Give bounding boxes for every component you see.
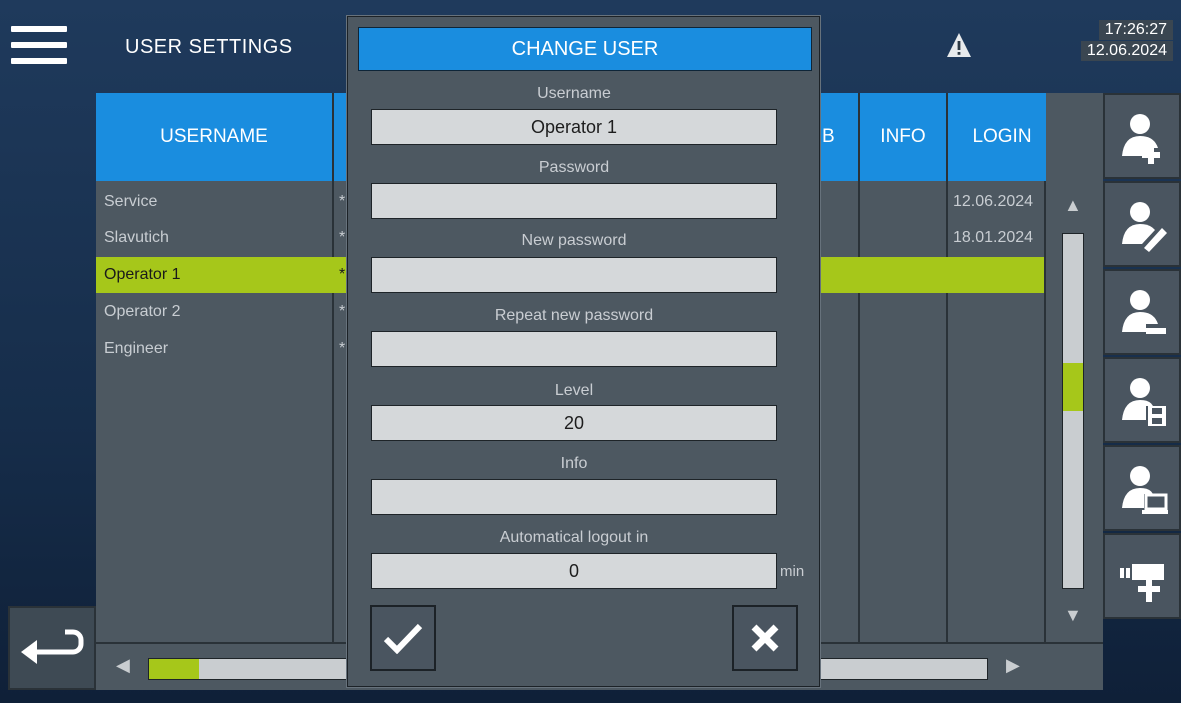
save-user-button[interactable] xyxy=(1103,357,1181,443)
user-logon-button[interactable] xyxy=(1103,445,1181,531)
hamburger-menu-icon[interactable] xyxy=(8,26,84,70)
logout-minutes-field[interactable]: 0 xyxy=(371,553,777,589)
cell-username: Service xyxy=(104,193,158,210)
warning-triangle-icon[interactable] xyxy=(946,32,972,58)
user-computer-icon xyxy=(1122,466,1168,514)
user-edit-icon xyxy=(1122,202,1167,252)
password-label: Password xyxy=(538,159,610,176)
back-button[interactable] xyxy=(8,606,96,690)
info-field[interactable] xyxy=(371,479,777,515)
column-header-username[interactable]: USERNAME xyxy=(96,93,334,181)
dialog-title: CHANGE USER xyxy=(358,27,812,71)
repeat-password-label: Repeat new password xyxy=(494,307,654,324)
back-arrow-icon xyxy=(21,629,84,664)
column-header-login[interactable]: LOGIN xyxy=(948,93,1046,181)
cell-password: * xyxy=(339,340,346,357)
cell-password: * xyxy=(339,303,346,320)
cell-password: * xyxy=(339,193,346,210)
remove-user-button[interactable] xyxy=(1103,269,1181,355)
column-header-level[interactable]: B xyxy=(820,93,860,181)
clock-time: 17:26:27 xyxy=(1098,20,1173,40)
scroll-up-arrow-icon[interactable]: ▲ xyxy=(1064,195,1082,216)
confirm-button[interactable] xyxy=(370,605,436,671)
info-label: Info xyxy=(560,455,588,472)
password-field[interactable] xyxy=(371,183,777,219)
cell-username: Engineer xyxy=(104,340,169,357)
cell-login: 12.06.2024 xyxy=(953,193,1034,210)
username-label: Username xyxy=(537,85,611,102)
level-label: Level xyxy=(554,382,594,399)
cell-password: * xyxy=(339,229,346,246)
right-toolbar xyxy=(1103,93,1181,690)
cell-username: Operator 1 xyxy=(104,266,181,283)
vertical-scrollbar[interactable]: ▲ ▼ xyxy=(1044,181,1102,642)
vertical-scroll-thumb[interactable] xyxy=(1063,363,1083,411)
device-add-icon xyxy=(1120,564,1164,602)
cancel-button[interactable] xyxy=(732,605,798,671)
user-add-icon xyxy=(1122,114,1160,164)
scroll-down-arrow-icon[interactable]: ▼ xyxy=(1064,605,1082,626)
username-field[interactable]: Operator 1 xyxy=(371,109,777,145)
change-user-dialog: CHANGE USER Username Operator 1 Password… xyxy=(347,16,820,687)
logout-unit-label: min xyxy=(780,563,805,580)
user-save-icon xyxy=(1122,378,1166,426)
cell-password: * xyxy=(339,266,346,283)
checkmark-icon xyxy=(383,623,423,654)
clock-date: 12.06.2024 xyxy=(1080,41,1173,61)
horizontal-scroll-thumb[interactable] xyxy=(149,659,199,679)
column-header-info[interactable]: INFO xyxy=(860,93,948,181)
add-user-button[interactable] xyxy=(1103,93,1181,179)
cell-login: 18.01.2024 xyxy=(953,229,1034,246)
new-password-field[interactable] xyxy=(371,257,777,293)
edit-user-button[interactable] xyxy=(1103,181,1181,267)
user-remove-icon xyxy=(1122,290,1166,334)
cell-username: Slavutich xyxy=(104,229,169,246)
add-device-button[interactable] xyxy=(1103,533,1181,619)
repeat-password-field[interactable] xyxy=(371,331,777,367)
close-icon xyxy=(751,624,779,652)
level-field[interactable]: 20 xyxy=(371,405,777,441)
new-password-label: New password xyxy=(521,232,627,249)
scroll-right-arrow-icon[interactable]: ▶ xyxy=(1006,655,1020,676)
clock: 17:26:27 12.06.2024 xyxy=(1080,20,1173,62)
app-window: USER SETTINGS 17:26:27 12.06.2024 USERNA… xyxy=(0,0,1181,703)
cell-username: Operator 2 xyxy=(104,303,181,320)
logout-label: Automatical logout in xyxy=(499,529,649,546)
screen-title: USER SETTINGS xyxy=(125,36,293,58)
scroll-left-arrow-icon[interactable]: ◀ xyxy=(116,655,130,676)
vertical-scroll-track[interactable] xyxy=(1062,233,1084,589)
